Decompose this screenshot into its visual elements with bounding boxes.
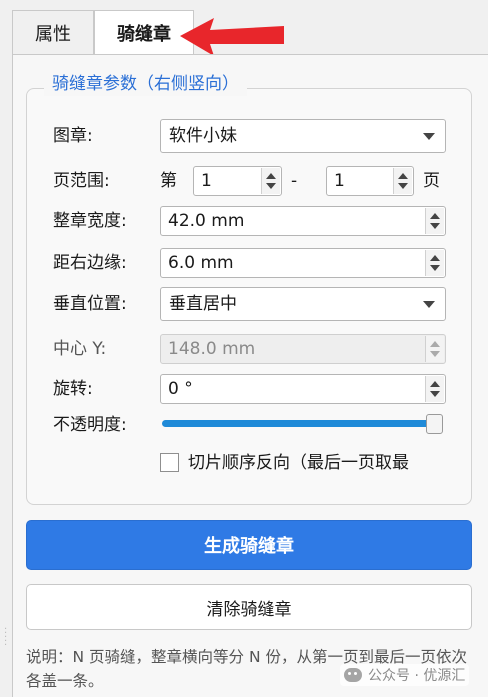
reverse-slices-label[interactable]: 切片顺序反向（最后一页取最 xyxy=(188,451,446,475)
spin-up-icon[interactable] xyxy=(398,173,408,179)
center-y-value: 148.0 mm xyxy=(168,339,256,359)
spin-down-icon[interactable] xyxy=(430,391,440,397)
spin-down-icon[interactable] xyxy=(430,223,440,229)
rotation-spinbox[interactable]: 0 ° xyxy=(160,374,446,404)
clear-seam-stamp-button[interactable]: 清除骑缝章 xyxy=(26,584,472,630)
spin-up-icon[interactable] xyxy=(430,255,440,261)
spin-up-icon[interactable] xyxy=(430,213,440,219)
page-range-label: 页范围: xyxy=(53,171,110,191)
width-label: 整章宽度: xyxy=(53,211,127,231)
spin-up-icon[interactable] xyxy=(266,173,276,179)
spin-buttons[interactable] xyxy=(425,376,444,402)
page-to-value: 1 xyxy=(334,171,345,191)
chevron-down-icon xyxy=(423,301,435,308)
rotation-value: 0 ° xyxy=(168,379,193,399)
spin-up-icon[interactable] xyxy=(430,381,440,387)
page-range-suffix: 页 xyxy=(423,171,440,191)
spin-down-icon xyxy=(430,351,440,357)
vertical-position-label: 垂直位置: xyxy=(53,294,127,314)
splitter-handle[interactable]: · · · · · xyxy=(4,625,7,651)
spin-down-icon[interactable] xyxy=(266,183,276,189)
center-y-label: 中心 Y: xyxy=(53,339,107,359)
right-margin-value: 6.0 mm xyxy=(168,253,234,273)
opacity-label: 不透明度: xyxy=(53,415,127,435)
stamp-select[interactable]: 软件小妹 xyxy=(160,119,446,153)
stamp-label: 图章: xyxy=(53,126,93,146)
spin-buttons[interactable] xyxy=(425,250,444,276)
opacity-slider-track[interactable] xyxy=(162,420,432,427)
width-spinbox[interactable]: 42.0 mm xyxy=(160,206,446,236)
page-to-spinbox[interactable]: 1 xyxy=(326,166,414,196)
vertical-position-select[interactable]: 垂直居中 xyxy=(160,287,446,321)
watermark: 公众号 · 优源汇 xyxy=(340,664,470,686)
stamp-select-value: 软件小妹 xyxy=(169,126,237,146)
vertical-position-value: 垂直居中 xyxy=(169,294,237,314)
spin-up-icon xyxy=(430,341,440,347)
spin-buttons[interactable] xyxy=(425,208,444,234)
center-y-spinbox: 148.0 mm xyxy=(160,334,446,364)
width-value: 42.0 mm xyxy=(168,211,245,231)
right-margin-label: 距右边缘: xyxy=(53,253,127,273)
rotation-label: 旋转: xyxy=(53,379,93,399)
wechat-icon xyxy=(344,668,362,682)
page-range-prefix: 第 xyxy=(160,171,177,191)
right-margin-spinbox[interactable]: 6.0 mm xyxy=(160,248,446,278)
generate-seam-stamp-button[interactable]: 生成骑缝章 xyxy=(26,520,472,570)
spin-buttons[interactable] xyxy=(393,168,412,194)
page-range-dash: - xyxy=(291,171,298,191)
tab-seam-stamp[interactable]: 骑缝章 xyxy=(94,10,194,54)
opacity-slider-handle[interactable] xyxy=(426,414,443,434)
spin-buttons[interactable] xyxy=(261,168,280,194)
tab-properties[interactable]: 属性 xyxy=(12,10,94,54)
spin-down-icon[interactable] xyxy=(430,265,440,271)
spin-down-icon[interactable] xyxy=(398,183,408,189)
reverse-slices-checkbox[interactable] xyxy=(160,453,179,472)
watermark-text: 公众号 · 优源汇 xyxy=(368,668,466,684)
spin-buttons xyxy=(425,336,444,362)
chevron-down-icon xyxy=(423,133,435,140)
group-title: 骑缝章参数（右侧竖向） xyxy=(44,72,247,96)
page-from-value: 1 xyxy=(201,171,212,191)
page-from-spinbox[interactable]: 1 xyxy=(193,166,282,196)
